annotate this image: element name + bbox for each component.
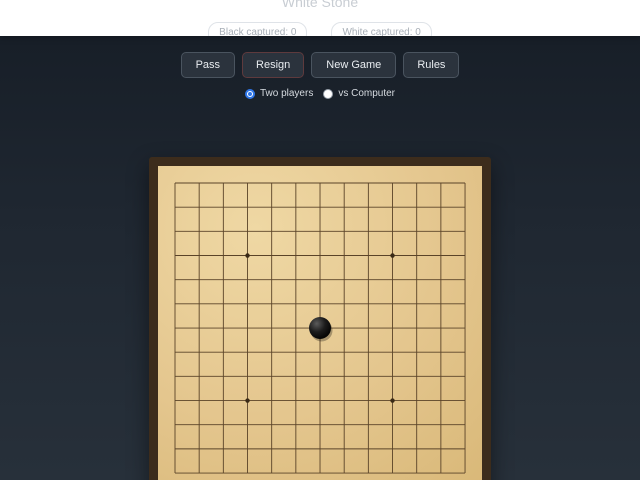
- two-players-radio[interactable]: [244, 88, 255, 99]
- go-board[interactable]: [158, 166, 482, 480]
- two-players-label: Two players: [259, 88, 314, 99]
- new-game-button[interactable]: New Game: [311, 52, 397, 78]
- star-point: [390, 253, 395, 258]
- black-stone: [309, 317, 332, 340]
- star-point: [245, 398, 250, 403]
- game-controls: Pass Resign New Game Rules: [0, 52, 640, 78]
- white-captured-badge: White captured: 0: [331, 22, 432, 36]
- pass-button[interactable]: Pass: [180, 52, 236, 78]
- capture-counters: Black captured: 0 White captured: 0: [0, 22, 640, 36]
- star-point: [245, 253, 250, 258]
- status-banner: White Stone Black captured: 0 White capt…: [0, 0, 640, 36]
- vs-computer-label: vs Computer: [338, 88, 396, 99]
- mode-vs-computer[interactable]: vs Computer: [323, 88, 395, 99]
- black-captured-badge: Black captured: 0: [208, 22, 308, 36]
- mode-two-players[interactable]: Two players: [244, 88, 314, 99]
- turn-title: White Stone: [281, 0, 359, 10]
- mode-selector: Two players vs Computer: [0, 88, 640, 99]
- resign-button[interactable]: Resign: [242, 52, 305, 78]
- vs-computer-radio[interactable]: [323, 88, 334, 99]
- rules-button[interactable]: Rules: [403, 52, 460, 78]
- star-point: [390, 398, 395, 403]
